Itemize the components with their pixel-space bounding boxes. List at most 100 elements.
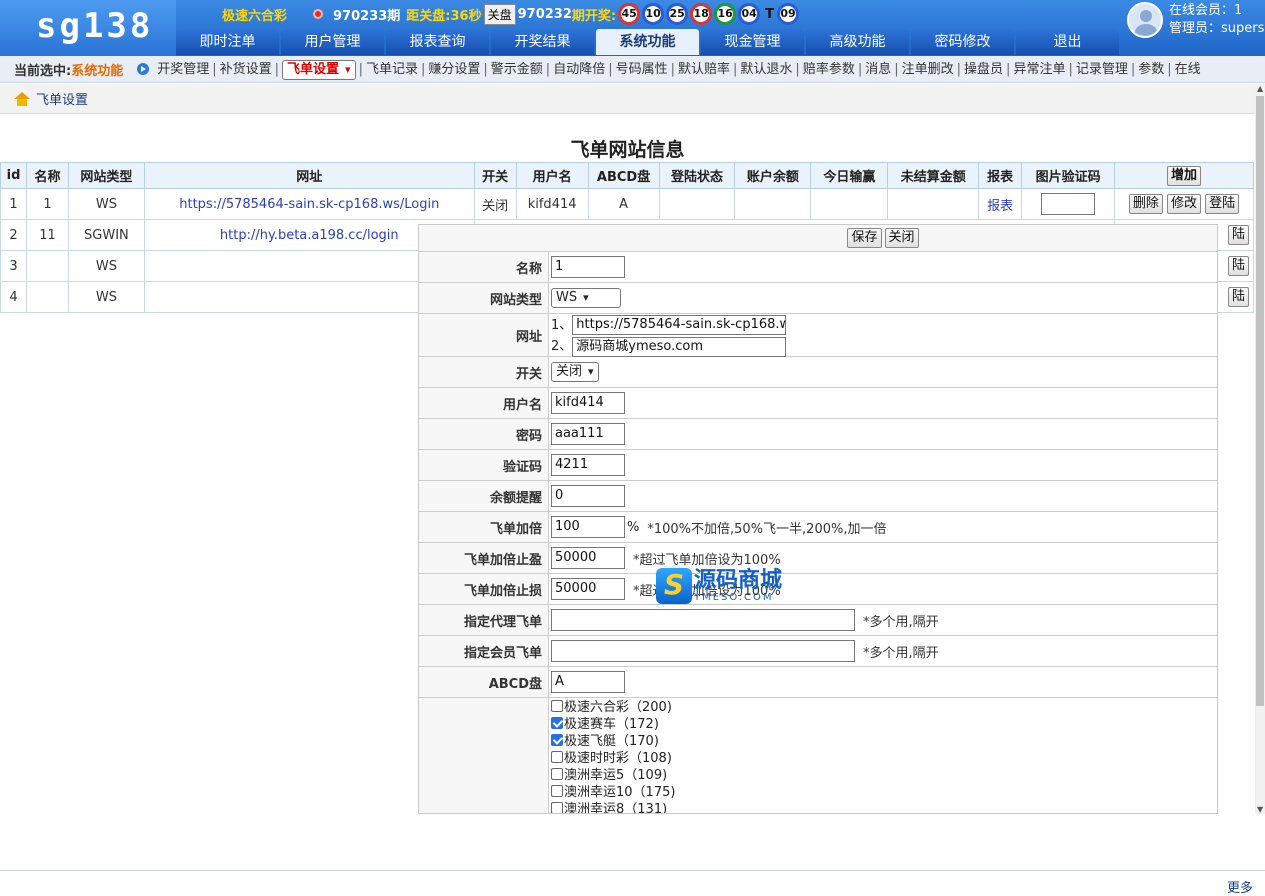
subnav-item[interactable]: 号码属性 bbox=[616, 62, 668, 77]
tab-system-functions[interactable]: 系统功能 bbox=[596, 29, 699, 55]
cell-id: 4 bbox=[0, 281, 27, 313]
tab-draw-results[interactable]: 开奖结果 bbox=[491, 29, 594, 55]
add-button[interactable]: 增加 bbox=[1167, 165, 1202, 186]
stop-loss-input[interactable]: 50000 bbox=[551, 578, 625, 600]
edit-button[interactable]: 修改 bbox=[1167, 194, 1202, 214]
type-select[interactable]: WS bbox=[551, 288, 621, 308]
col-switch: 开关 bbox=[473, 162, 517, 189]
subnav-item[interactable]: 异常注单 bbox=[1013, 62, 1065, 77]
subnav-item[interactable]: 在线 bbox=[1175, 62, 1201, 77]
tab-cash-management[interactable]: 现金管理 bbox=[701, 29, 804, 55]
col-login-status: 登陆状态 bbox=[658, 162, 736, 189]
login-button[interactable]: 陆 bbox=[1227, 256, 1249, 276]
checkbox[interactable] bbox=[551, 802, 563, 813]
login-button[interactable]: 登陆 bbox=[1205, 194, 1240, 214]
multiplier-input[interactable]: 100 bbox=[551, 516, 625, 538]
game-checkbox-item[interactable]: 极速时时彩（108) bbox=[551, 750, 672, 767]
password-label: 密码 bbox=[419, 419, 549, 449]
subnav-item[interactable]: 注单删改 bbox=[902, 62, 954, 77]
footer: 更多 bbox=[0, 870, 1265, 896]
checkbox[interactable] bbox=[551, 717, 563, 729]
game-checkbox-item[interactable]: 极速飞艇（170) bbox=[551, 733, 659, 750]
subnav-item[interactable]: 参数 bbox=[1138, 62, 1164, 77]
balance-alert-input[interactable]: 0 bbox=[551, 485, 625, 507]
watermark-logo-icon: S bbox=[656, 568, 692, 604]
url-index: 2、 bbox=[551, 339, 573, 354]
take-profit-label: 飞单加倍止盈 bbox=[419, 543, 549, 573]
lottery-name[interactable]: 极速六合彩 bbox=[222, 5, 287, 24]
login-button[interactable]: 陆 bbox=[1227, 287, 1249, 307]
subnav-item[interactable]: 赔率参数 bbox=[803, 62, 855, 77]
subnav-item[interactable]: 开奖管理 bbox=[157, 62, 209, 77]
game-label: 澳洲幸运8（131) bbox=[564, 802, 668, 814]
subnav-item[interactable]: 飞单设置 bbox=[282, 59, 356, 80]
subnav-item[interactable]: 赚分设置 bbox=[428, 62, 480, 77]
close-market-button[interactable]: 关盘 bbox=[483, 3, 516, 25]
result-ball: 16 bbox=[714, 3, 737, 25]
subnav-item[interactable]: 消息 bbox=[865, 62, 891, 77]
password-input[interactable]: aaa111 bbox=[551, 423, 625, 445]
game-checkbox-item[interactable]: 澳洲幸运5（109) bbox=[551, 767, 667, 784]
cell-name bbox=[25, 250, 69, 282]
result-ball: 25 bbox=[666, 3, 689, 25]
lottery-ticker: 极速六合彩 970233期 距关盘: 36秒 关盘 970232 期开奖: 45… bbox=[176, 0, 816, 28]
home-icon[interactable] bbox=[14, 91, 30, 106]
agent-label: 指定代理飞单 bbox=[419, 605, 549, 635]
tab-advanced[interactable]: 高级功能 bbox=[806, 29, 909, 55]
checkbox[interactable] bbox=[551, 751, 563, 763]
current-period: 970233期 bbox=[333, 8, 401, 24]
cell-name bbox=[25, 281, 69, 313]
tab-reports[interactable]: 报表查询 bbox=[386, 29, 489, 55]
site-url-link[interactable]: http://hy.beta.a198.cc/login bbox=[220, 228, 399, 243]
abcd-input[interactable]: A bbox=[551, 671, 625, 693]
tab-password[interactable]: 密码修改 bbox=[911, 29, 1014, 55]
subnav-item[interactable]: 操盘员 bbox=[964, 62, 1003, 77]
cell-id: 1 bbox=[0, 188, 27, 220]
user-info: 在线会员：1 管理员：supers bbox=[1127, 2, 1264, 38]
login-button[interactable]: 陆 bbox=[1227, 225, 1249, 245]
code-input[interactable]: 4211 bbox=[551, 454, 625, 476]
online-members: 在线会员：1 bbox=[1169, 3, 1243, 18]
switch-select[interactable]: 关闭 bbox=[551, 362, 599, 382]
game-checkbox-item[interactable]: 极速赛车（172) bbox=[551, 716, 659, 733]
url-input-1[interactable]: https://5785464-sain.sk-cp168.ws/ bbox=[572, 315, 787, 335]
delete-button[interactable]: 删除 bbox=[1128, 194, 1163, 214]
game-checkbox-item[interactable]: 澳洲幸运10（175) bbox=[551, 784, 675, 801]
game-checkbox-item[interactable]: 澳洲幸运8（131) bbox=[551, 801, 668, 814]
col-actions: 增加 bbox=[1114, 162, 1254, 189]
member-input[interactable] bbox=[551, 640, 855, 662]
captcha-input[interactable] bbox=[1041, 193, 1096, 215]
agent-input[interactable] bbox=[551, 609, 855, 631]
subnav-item[interactable]: 警示金额 bbox=[491, 62, 543, 77]
site-url-link[interactable]: https://5785464-sain.sk-cp168.ws/Login bbox=[179, 197, 439, 212]
tab-instant-bets[interactable]: 即时注单 bbox=[176, 29, 279, 55]
checkbox[interactable] bbox=[551, 734, 563, 746]
tab-user-management[interactable]: 用户管理 bbox=[281, 29, 384, 55]
take-profit-input[interactable]: 50000 bbox=[551, 547, 625, 569]
subnav-item[interactable]: 记录管理 bbox=[1076, 62, 1128, 77]
watermark-text: 源码商城 bbox=[694, 567, 783, 593]
scrollbar[interactable]: ▲ ▼ bbox=[1255, 84, 1265, 814]
checkbox[interactable] bbox=[551, 785, 563, 797]
more-link[interactable]: 更多 bbox=[1227, 877, 1253, 896]
tab-logout[interactable]: 退出 bbox=[1016, 29, 1119, 55]
abcd-label: ABCD盘 bbox=[419, 667, 549, 697]
result-ball: 10 bbox=[642, 3, 665, 25]
checkbox[interactable] bbox=[551, 700, 563, 712]
user-input[interactable]: kifd414 bbox=[551, 392, 625, 414]
game-checkbox-item[interactable]: 极速六合彩（200) bbox=[551, 699, 672, 716]
name-input[interactable]: 1 bbox=[551, 256, 625, 278]
subnav-item[interactable]: 默认赔率 bbox=[678, 62, 730, 77]
url-input-2[interactable]: 源码商城ymeso.com bbox=[572, 336, 787, 357]
subnav-item[interactable]: 自动降倍 bbox=[553, 62, 605, 77]
subnav-item[interactable]: 默认退水 bbox=[740, 62, 792, 77]
close-button[interactable]: 关闭 bbox=[884, 228, 919, 248]
game-label: 极速时时彩（108) bbox=[564, 751, 672, 766]
col-name: 名称 bbox=[25, 162, 69, 189]
report-link[interactable]: 报表 bbox=[987, 199, 1013, 214]
checkbox[interactable] bbox=[551, 768, 563, 780]
save-button[interactable]: 保存 bbox=[847, 228, 882, 248]
game-label: 极速飞艇（170) bbox=[564, 734, 659, 749]
subnav-item[interactable]: 飞单记录 bbox=[366, 62, 418, 77]
subnav-item[interactable]: 补货设置 bbox=[220, 62, 272, 77]
